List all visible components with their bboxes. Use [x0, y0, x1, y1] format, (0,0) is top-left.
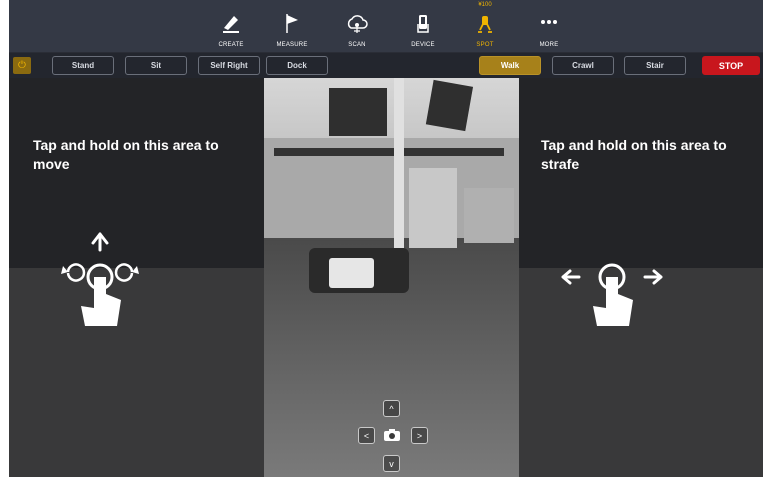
- more-dots-icon: [541, 20, 557, 24]
- chevron-right-icon: >: [416, 430, 423, 441]
- tablet-hand-icon: [417, 15, 429, 33]
- crawl-button[interactable]: Crawl: [552, 56, 614, 75]
- move-hint: Tap and hold on this area to move: [33, 137, 219, 172]
- stair-button[interactable]: Stair: [624, 56, 686, 75]
- nav-spot-label: SPOT: [476, 42, 494, 48]
- nav-device[interactable]: DEVICE: [393, 6, 453, 50]
- walk-button[interactable]: Walk: [479, 56, 541, 75]
- sit-button[interactable]: Sit: [125, 56, 187, 75]
- nav-spot[interactable]: ¥100 SPOT: [455, 2, 515, 50]
- camera-feed[interactable]: Tap and hold on this area to move Tap an…: [9, 78, 763, 477]
- power-icon: ⏻: [18, 60, 26, 71]
- pan-right-button[interactable]: >: [411, 427, 428, 444]
- stop-button[interactable]: STOP: [702, 56, 760, 75]
- tilt-up-button[interactable]: ^: [383, 400, 400, 417]
- spot-badge: ¥100: [478, 2, 492, 8]
- pencil-icon: [223, 16, 239, 33]
- chevron-left-icon: <: [363, 430, 370, 441]
- nav-more-label: MORE: [539, 42, 559, 48]
- strafe-hint: Tap and hold on this area to strafe: [541, 137, 727, 172]
- nav-measure[interactable]: MEASURE: [262, 6, 322, 50]
- cloud-scan-icon: [347, 15, 368, 33]
- nav-create-label: CREATE: [218, 42, 244, 48]
- move-gesture-icon: [61, 232, 139, 326]
- strafe-gesture-icon: [561, 263, 663, 326]
- pan-left-button[interactable]: <: [358, 427, 375, 444]
- robot-dog-icon: [478, 16, 492, 33]
- nav-scan[interactable]: SCAN: [327, 6, 387, 50]
- dock-button[interactable]: Dock: [266, 56, 328, 75]
- capture-photo-button[interactable]: [383, 428, 401, 442]
- nav-more[interactable]: MORE: [519, 6, 579, 50]
- flag-icon: [286, 14, 298, 33]
- nav-measure-label: MEASURE: [276, 42, 308, 48]
- power-button[interactable]: ⏻: [13, 57, 31, 74]
- stand-button[interactable]: Stand: [52, 56, 114, 75]
- control-bar: ⏻ Stand Sit Self Right Dock Walk Crawl S…: [9, 53, 763, 78]
- nav-device-label: DEVICE: [411, 42, 435, 48]
- nav-create[interactable]: CREATE: [201, 6, 261, 50]
- chevron-down-icon: v: [389, 458, 394, 469]
- camera-icon: [384, 429, 400, 441]
- tilt-down-button[interactable]: v: [383, 455, 400, 472]
- nav-scan-label: SCAN: [348, 42, 366, 48]
- self-right-button[interactable]: Self Right: [198, 56, 260, 75]
- chevron-up-icon: ^: [389, 403, 394, 414]
- app-window: CREATE MEASURE SCAN DEVICE ¥100 SPOT MOR…: [9, 0, 763, 477]
- top-navigation: CREATE MEASURE SCAN DEVICE ¥100 SPOT MOR…: [9, 0, 763, 52]
